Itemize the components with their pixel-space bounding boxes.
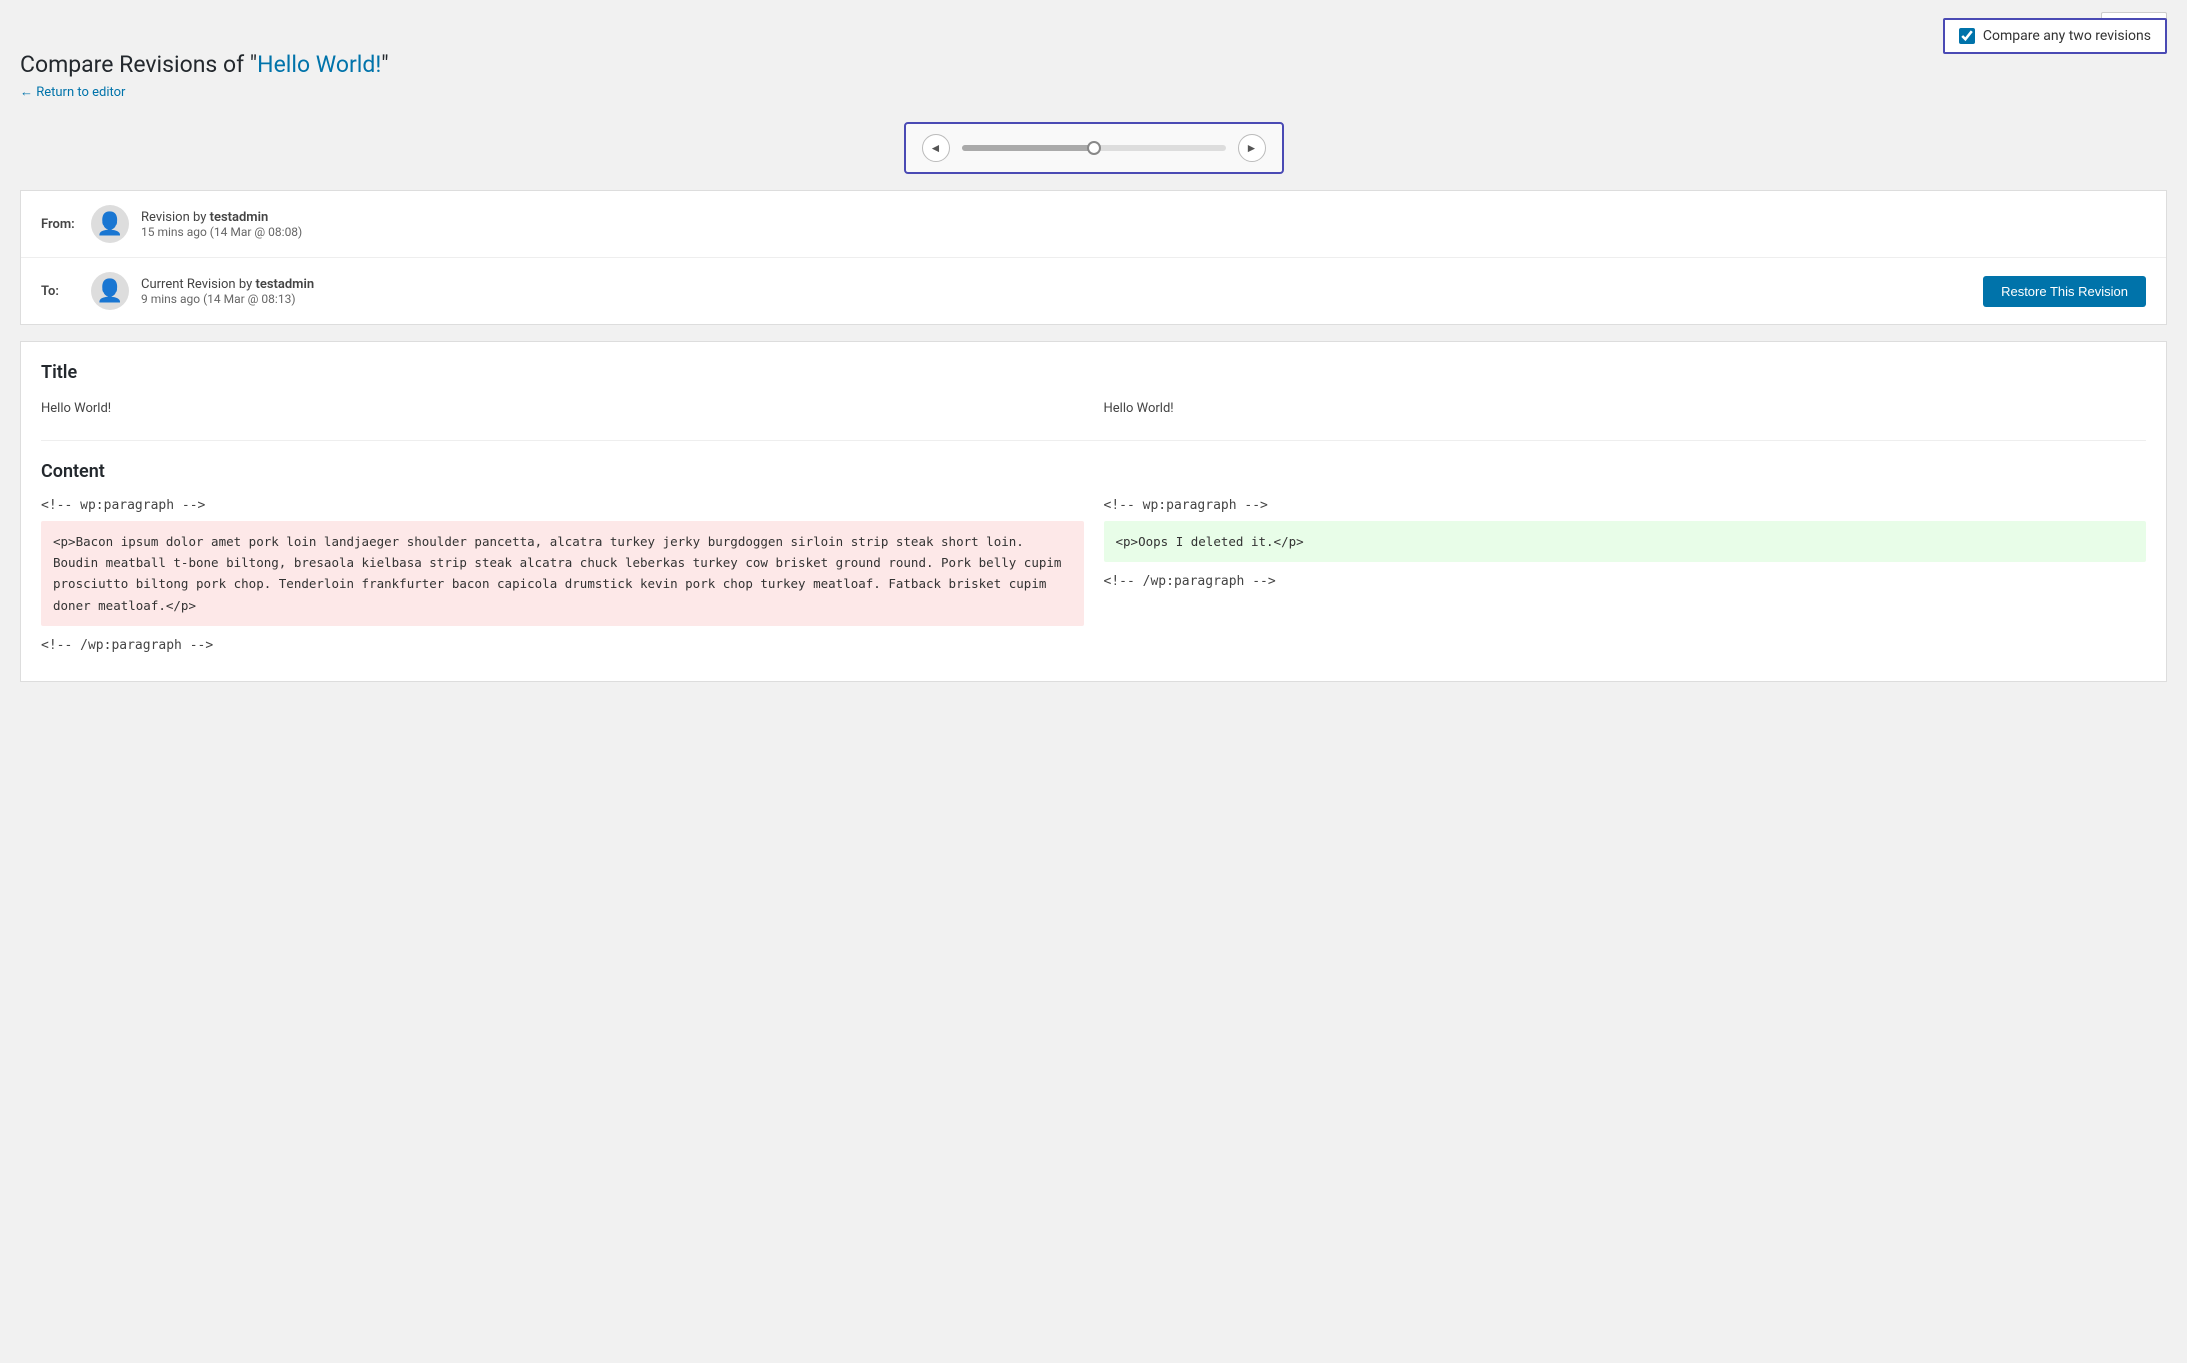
- content-diff-heading: Content: [41, 461, 2146, 482]
- page-title-prefix: Compare Revisions of ": [20, 51, 257, 78]
- to-label: To:: [41, 284, 91, 299]
- to-revision-details: Current Revision by testadmin 9 mins ago…: [141, 277, 2146, 306]
- title-content-divider: [41, 440, 2146, 441]
- slider-handle[interactable]: [1087, 141, 1101, 155]
- slider-track[interactable]: [962, 145, 1226, 151]
- page-title-suffix: ": [381, 51, 388, 78]
- from-label: From:: [41, 217, 91, 232]
- from-revision-row: From: 👤 Revision by testadmin 15 mins ag…: [21, 191, 2166, 258]
- right-diff-added: <p>Oops I deleted it.</p>: [1104, 521, 2147, 562]
- page-title: Compare Revisions of "Hello World!": [20, 51, 2167, 78]
- slider-left-arrow[interactable]: ◄: [922, 134, 950, 162]
- content-left-col: <!-- wp:paragraph --> <p>Bacon ipsum dol…: [41, 498, 1094, 661]
- post-title-link[interactable]: Hello World!: [257, 51, 381, 78]
- title-left-value: Hello World!: [41, 399, 1084, 420]
- from-revision-author: Revision by testadmin: [141, 210, 2146, 225]
- content-right-col: <!-- wp:paragraph --> <p>Oops I deleted …: [1094, 498, 2147, 661]
- to-avatar-icon: 👤: [96, 279, 123, 304]
- compare-checkbox[interactable]: [1959, 28, 1975, 44]
- left-comment-top: <!-- wp:paragraph -->: [41, 498, 1084, 513]
- compare-revisions-area: Compare any two revisions: [1943, 18, 2167, 54]
- from-avatar-icon: 👤: [96, 212, 123, 237]
- page-header: Compare Revisions of "Hello World!" ← Re…: [0, 41, 2187, 106]
- content-diff-columns: <!-- wp:paragraph --> <p>Bacon ipsum dol…: [41, 498, 2146, 661]
- title-diff-block: Title Hello World! Hello World!: [41, 362, 2146, 420]
- to-avatar: 👤: [91, 272, 129, 310]
- title-right-value: Hello World!: [1104, 399, 2147, 420]
- left-diff-removed: <p>Bacon ipsum dolor amet pork loin land…: [41, 521, 1084, 626]
- compare-checkbox-label[interactable]: Compare any two revisions: [1983, 28, 2151, 44]
- to-revision-time: 9 mins ago (14 Mar @ 08:13): [141, 292, 2146, 306]
- title-left-col: Hello World!: [41, 399, 1094, 420]
- slider-track-fill: [962, 145, 1094, 151]
- return-to-editor-link[interactable]: ← Return to editor: [20, 85, 125, 100]
- from-revision-time: 15 mins ago (14 Mar @ 08:08): [141, 225, 2146, 239]
- left-comment-bottom: <!-- /wp:paragraph -->: [41, 638, 1084, 653]
- to-revision-author: Current Revision by testadmin: [141, 277, 2146, 292]
- right-comment-top: <!-- wp:paragraph -->: [1104, 498, 2147, 513]
- to-revision-row: To: 👤 Current Revision by testadmin 9 mi…: [21, 258, 2166, 324]
- revision-info-panel: From: 👤 Revision by testadmin 15 mins ag…: [20, 190, 2167, 325]
- restore-revision-button[interactable]: Restore This Revision: [1983, 276, 2146, 307]
- right-comment-bottom: <!-- /wp:paragraph -->: [1104, 574, 2147, 589]
- from-avatar: 👤: [91, 205, 129, 243]
- title-diff-columns: Hello World! Hello World!: [41, 399, 2146, 420]
- diff-section: Title Hello World! Hello World! Content …: [20, 341, 2167, 682]
- slider-right-arrow[interactable]: ►: [1238, 134, 1266, 162]
- revision-slider-section: ◄ ►: [0, 106, 2187, 190]
- from-revision-details: Revision by testadmin 15 mins ago (14 Ma…: [141, 210, 2146, 239]
- title-right-col: Hello World!: [1094, 399, 2147, 420]
- content-diff-block: Content <!-- wp:paragraph --> <p>Bacon i…: [41, 461, 2146, 661]
- revision-slider-container: ◄ ►: [904, 122, 1284, 174]
- title-diff-heading: Title: [41, 362, 2146, 383]
